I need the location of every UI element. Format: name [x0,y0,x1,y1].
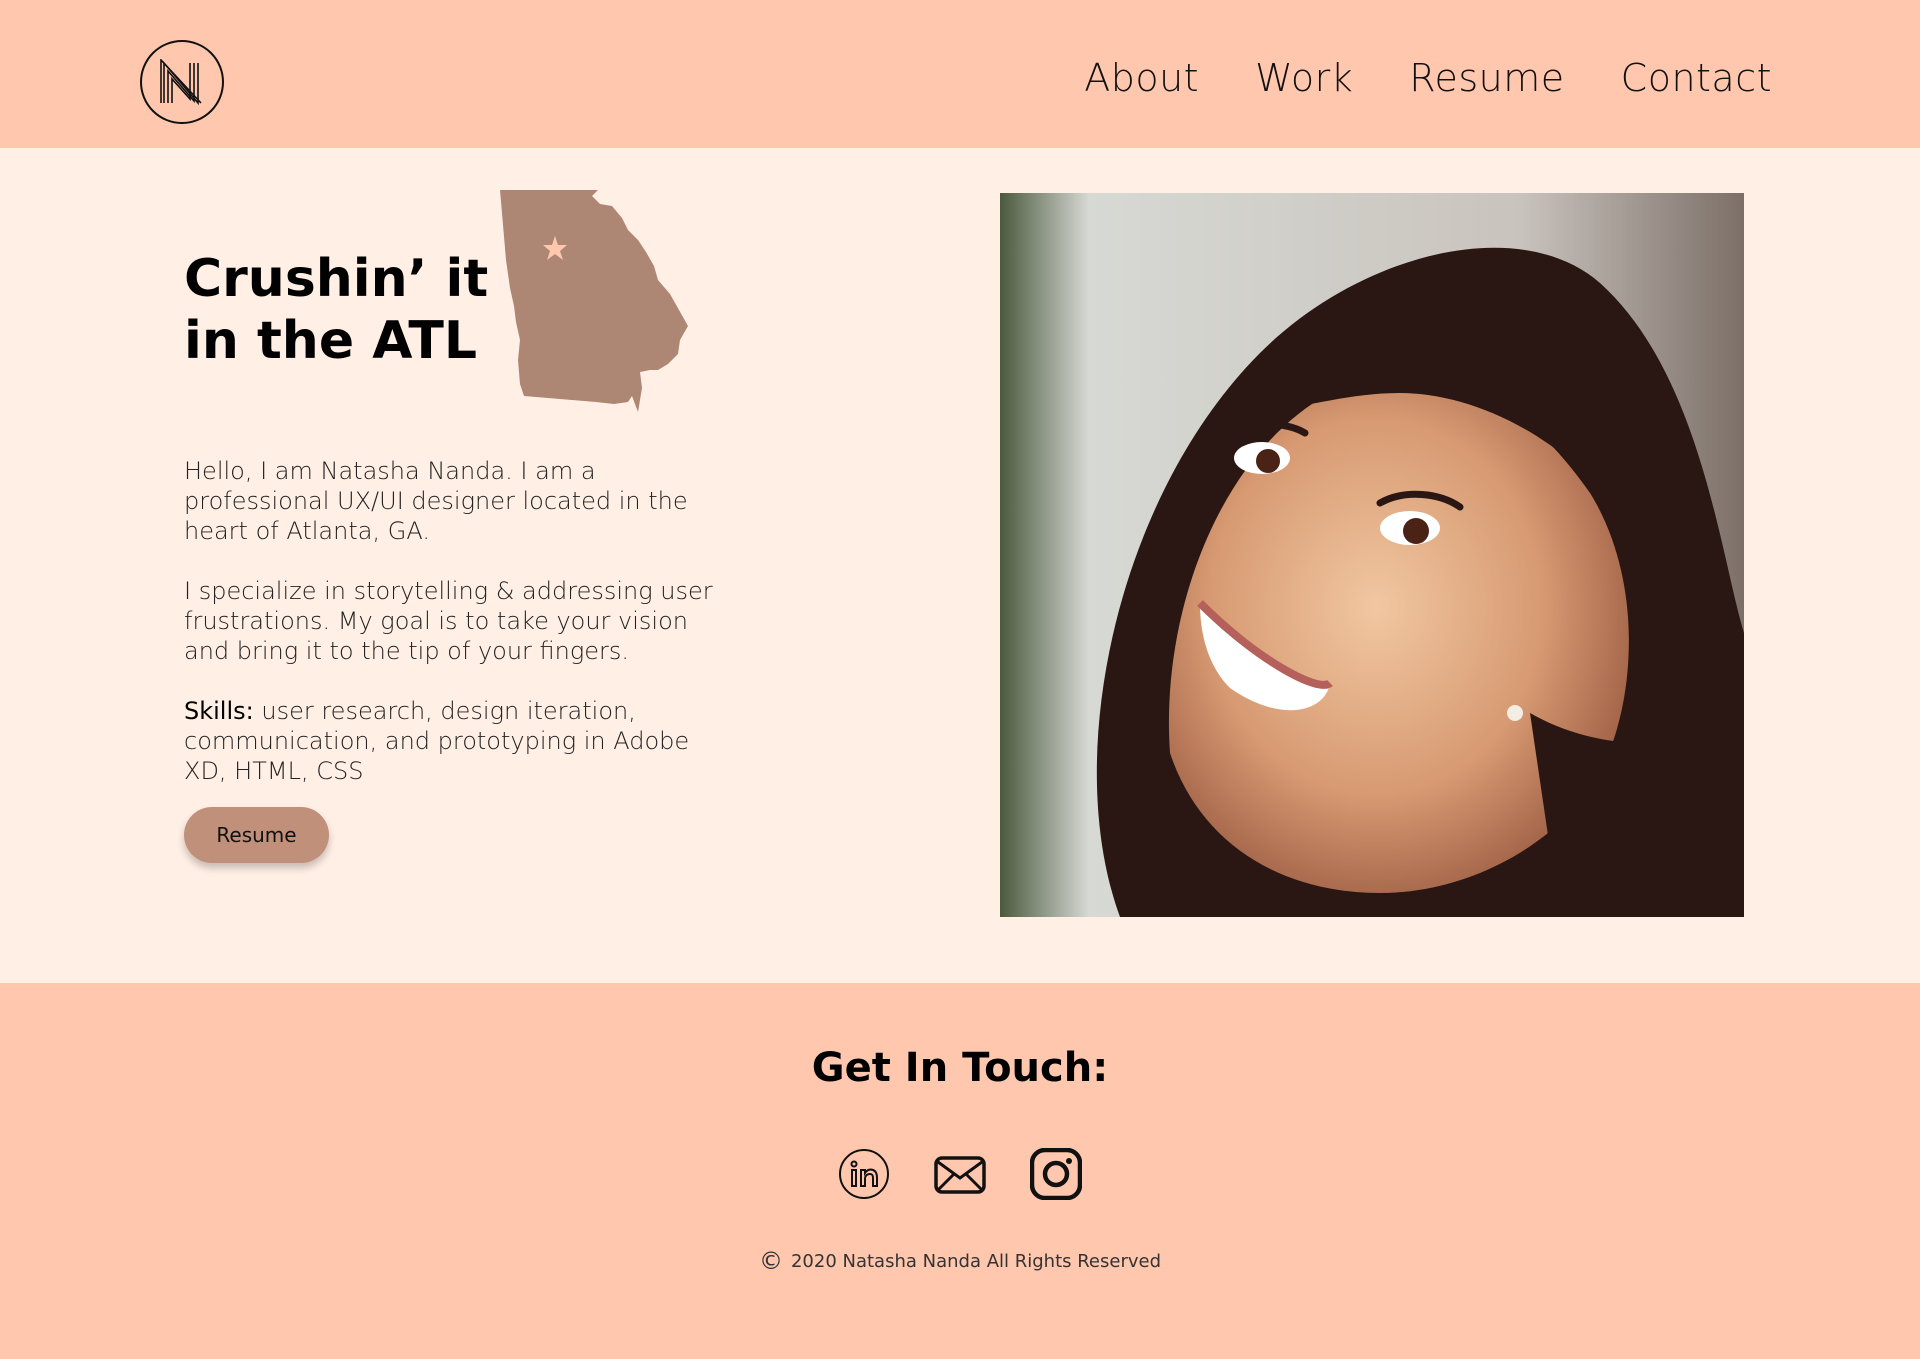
linkedin-icon[interactable] [838,1148,890,1200]
skills-text: user research, design iteration, communi… [184,697,690,785]
site-footer: Get In Touch: © 2020 Natasha Nanda All R… [0,983,1920,1359]
hero-title: Crushin’ it in the ATL [184,248,488,372]
get-in-touch-heading: Get In Touch: [811,1045,1109,1091]
nav-contact-link[interactable]: Contact [1621,56,1772,100]
hero-section: Crushin’ it in the ATL Hello, I am Natas… [0,148,1920,983]
copyright-text: 2020 Natasha Nanda All Rights Reserved [790,1250,1162,1272]
copyright: © 2020 Natasha Nanda All Rights Reserved [0,1247,1920,1275]
site-header: About Work Resume Contact [0,0,1920,148]
main-nav: About Work Resume Contact [1084,56,1772,100]
nav-work-link[interactable]: Work [1255,56,1353,100]
hero-title-line2: in the ATL [184,311,478,371]
specialty-paragraph: I specialize in storytelling & addressin… [184,577,713,665]
logo[interactable] [140,40,224,124]
skills-label: Skills: [184,697,254,725]
intro-paragraph: Hello, I am Natasha Nanda. I am a profes… [184,457,688,545]
portrait-illustration [1000,193,1744,917]
instagram-icon[interactable] [1030,1148,1082,1200]
hero-title-line1: Crushin’ it [184,249,489,309]
resume-button[interactable]: Resume [184,807,329,863]
social-links [0,1148,1920,1200]
skills-paragraph: Skills: user research, design iteration,… [184,696,734,786]
georgia-map-icon [500,190,688,412]
nav-about-link[interactable]: About [1084,56,1199,100]
logo-n-icon [160,59,202,105]
copyright-icon: © [758,1247,783,1275]
email-icon[interactable] [934,1148,986,1200]
profile-photo [1000,193,1744,917]
nav-resume-link[interactable]: Resume [1409,56,1564,100]
